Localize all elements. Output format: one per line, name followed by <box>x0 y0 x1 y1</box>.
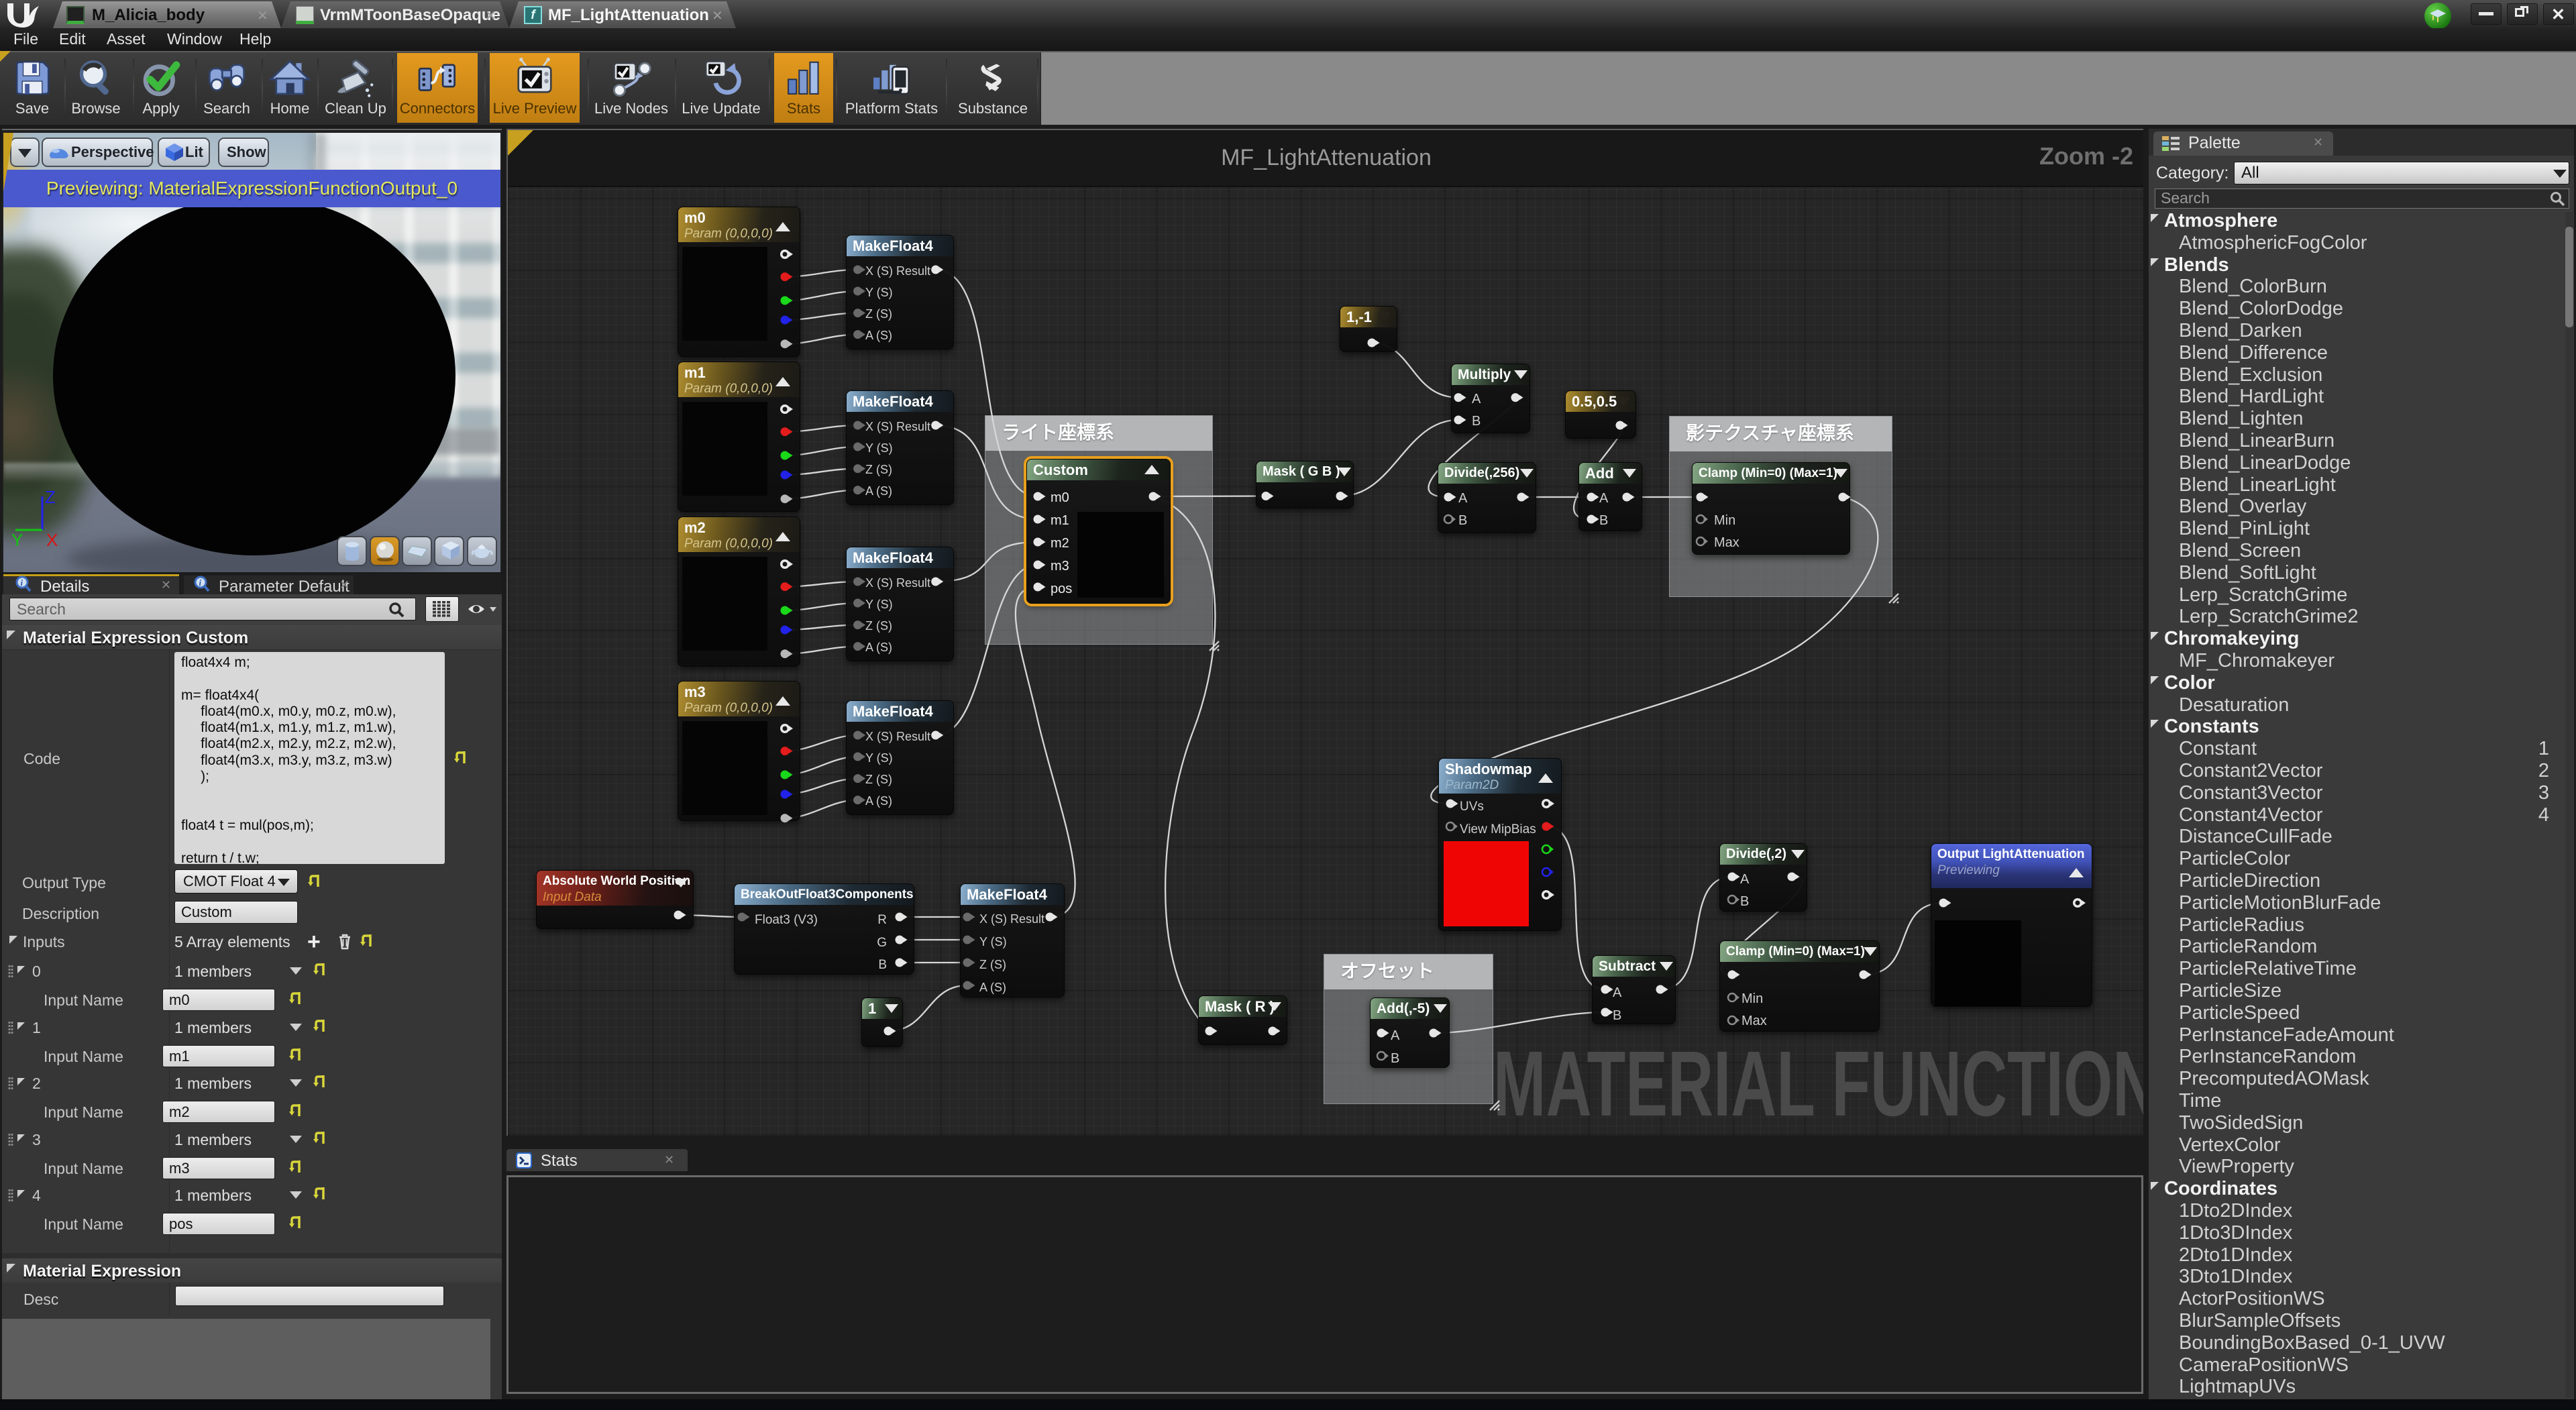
svg-text:X: X <box>46 530 58 549</box>
svg-text:Y: Y <box>11 530 23 549</box>
svg-text:Z: Z <box>45 488 56 507</box>
svg-text:i: i <box>21 578 23 588</box>
svg-text:i: i <box>199 578 202 588</box>
